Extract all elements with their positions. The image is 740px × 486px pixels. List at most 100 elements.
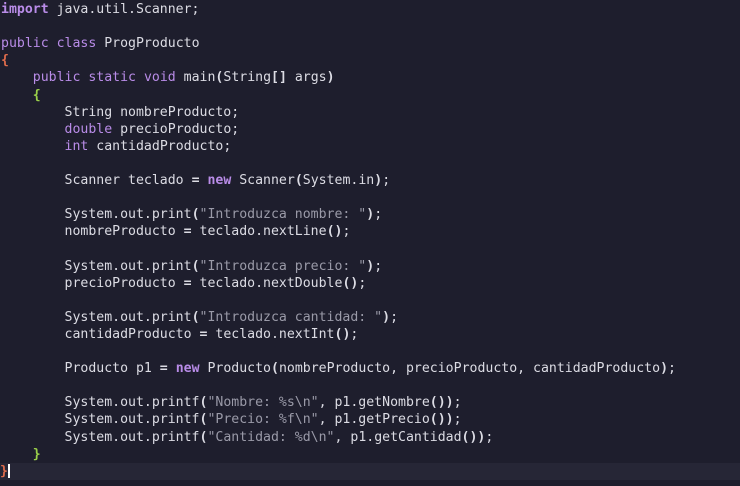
code-token: System.in	[302, 173, 375, 188]
code-token: ;	[374, 207, 383, 223]
code-line[interactable]: cantidadProducto = teclado.nextInt();	[1, 326, 359, 343]
code-line[interactable]: String nombreProducto;	[1, 104, 240, 121]
code-line[interactable]: double precioProducto;	[1, 121, 240, 138]
code-token: )	[660, 361, 669, 377]
code-token: Producto p1	[1, 361, 160, 377]
code-token: static	[88, 70, 136, 86]
code-token: int	[64, 138, 89, 154]
code-token: (	[271, 361, 279, 377]
code-token: )	[374, 173, 383, 188]
code-token: "Introduzca nombre: "	[199, 207, 367, 223]
code-token: =	[183, 224, 192, 240]
code-line[interactable]: public static void main(String[] args)	[1, 69, 335, 86]
code-token: "Nombre: %s\n"	[207, 395, 319, 411]
code-token: import	[1, 2, 49, 17]
code-line[interactable]: System.out.print("Introduzca precio: ");	[1, 258, 383, 275]
code-token: {	[32, 87, 41, 103]
code-token: ;	[668, 361, 676, 377]
code-token: =	[159, 361, 168, 377]
code-token: System.out.printf	[1, 412, 200, 428]
code-token: (	[191, 207, 200, 223]
code-token: double	[64, 121, 113, 137]
code-token: cantidadProducto;	[88, 138, 232, 154]
code-token: =	[183, 275, 192, 291]
code-token: }	[32, 446, 41, 462]
code-token: )	[366, 207, 375, 223]
code-token: ;	[358, 275, 367, 291]
code-line[interactable]: System.out.print("Introduzca cantidad: "…	[1, 309, 399, 326]
code-token: =	[191, 173, 200, 188]
code-token: ())	[429, 395, 454, 411]
code-line[interactable]: nombreProducto = teclado.nextLine();	[1, 223, 351, 240]
code-token: System.out.printf	[1, 395, 200, 411]
text-cursor	[7, 463, 10, 478]
code-token: }	[0, 463, 8, 479]
code-token: , p1.getPrecio	[318, 412, 430, 428]
code-token: precioProducto	[1, 275, 184, 291]
code-line[interactable]: import java.util.Scanner;	[1, 1, 200, 18]
code-line[interactable]: {	[1, 87, 41, 104]
code-token: ()	[334, 326, 351, 342]
code-token: nombreProducto, precioProducto, cantidad…	[278, 361, 661, 377]
code-token: Scanner	[231, 173, 295, 188]
code-line[interactable]: {	[1, 52, 9, 69]
code-token: System.out.print	[1, 258, 192, 274]
code-line[interactable]: System.out.printf("Precio: %f\n", p1.get…	[1, 411, 462, 428]
code-token: new	[175, 361, 200, 377]
code-token: teclado.nextDouble	[191, 275, 343, 291]
code-token: new	[207, 173, 232, 188]
code-token: (	[191, 258, 200, 274]
code-editor[interactable]: import java.util.Scanner; public class Pr…	[0, 0, 740, 486]
code-token: cantidadProducto	[1, 326, 200, 342]
code-token: ProgProducto	[96, 36, 200, 52]
code-token: System.out.print	[1, 207, 192, 223]
code-token: ;	[453, 412, 462, 428]
code-token: java.util.Scanner;	[48, 2, 200, 17]
code-token: ())	[429, 412, 454, 428]
code-token: , p1.getCantidad	[334, 429, 462, 445]
code-token: public	[1, 36, 49, 52]
code-line[interactable]: int cantidadProducto;	[1, 138, 232, 155]
code-token: ;	[350, 326, 359, 342]
code-line[interactable]: System.out.printf("Cantidad: %d\n", p1.g…	[1, 429, 494, 446]
code-token: )	[326, 70, 335, 86]
code-token: Scanner teclado	[1, 173, 192, 188]
code-token: {	[1, 53, 9, 69]
code-line[interactable]: Producto p1 = new Producto(nombreProduct…	[1, 360, 676, 377]
code-line[interactable]: System.out.printf("Nombre: %s\n", p1.get…	[1, 394, 462, 411]
code-token: teclado.nextLine	[191, 224, 327, 240]
code-line[interactable]: Scanner teclado = new Scanner(System.in)…	[1, 172, 391, 189]
code-line[interactable]: }	[0, 462, 740, 480]
code-token: public	[32, 70, 81, 86]
code-token: ;	[485, 429, 494, 445]
code-token: String nombreProducto;	[1, 104, 240, 120]
code-token: )	[366, 258, 375, 274]
code-token: )	[382, 309, 391, 325]
code-token: "Introduzca cantidad: "	[199, 309, 383, 325]
code-token: Producto	[199, 361, 271, 377]
code-token: (	[294, 173, 303, 188]
code-token: teclado.nextInt	[207, 326, 335, 342]
code-token: "Precio: %f\n"	[207, 412, 319, 428]
code-token: String	[223, 70, 272, 86]
code-line[interactable]: System.out.print("Introduzca nombre: ");	[1, 206, 383, 223]
code-line[interactable]: precioProducto = teclado.nextDouble();	[1, 275, 367, 292]
code-token: main	[175, 70, 216, 86]
code-token: ;	[342, 224, 351, 240]
code-token: precioProducto;	[112, 121, 240, 137]
code-token: args	[286, 70, 327, 86]
code-line[interactable]: }	[1, 446, 41, 463]
code-token: "Cantidad: %d\n"	[207, 429, 335, 445]
code-token: System.out.print	[1, 309, 192, 325]
code-token: ())	[461, 429, 486, 445]
code-line[interactable]: public class ProgProducto	[1, 35, 200, 52]
code-token: ()	[326, 224, 343, 240]
